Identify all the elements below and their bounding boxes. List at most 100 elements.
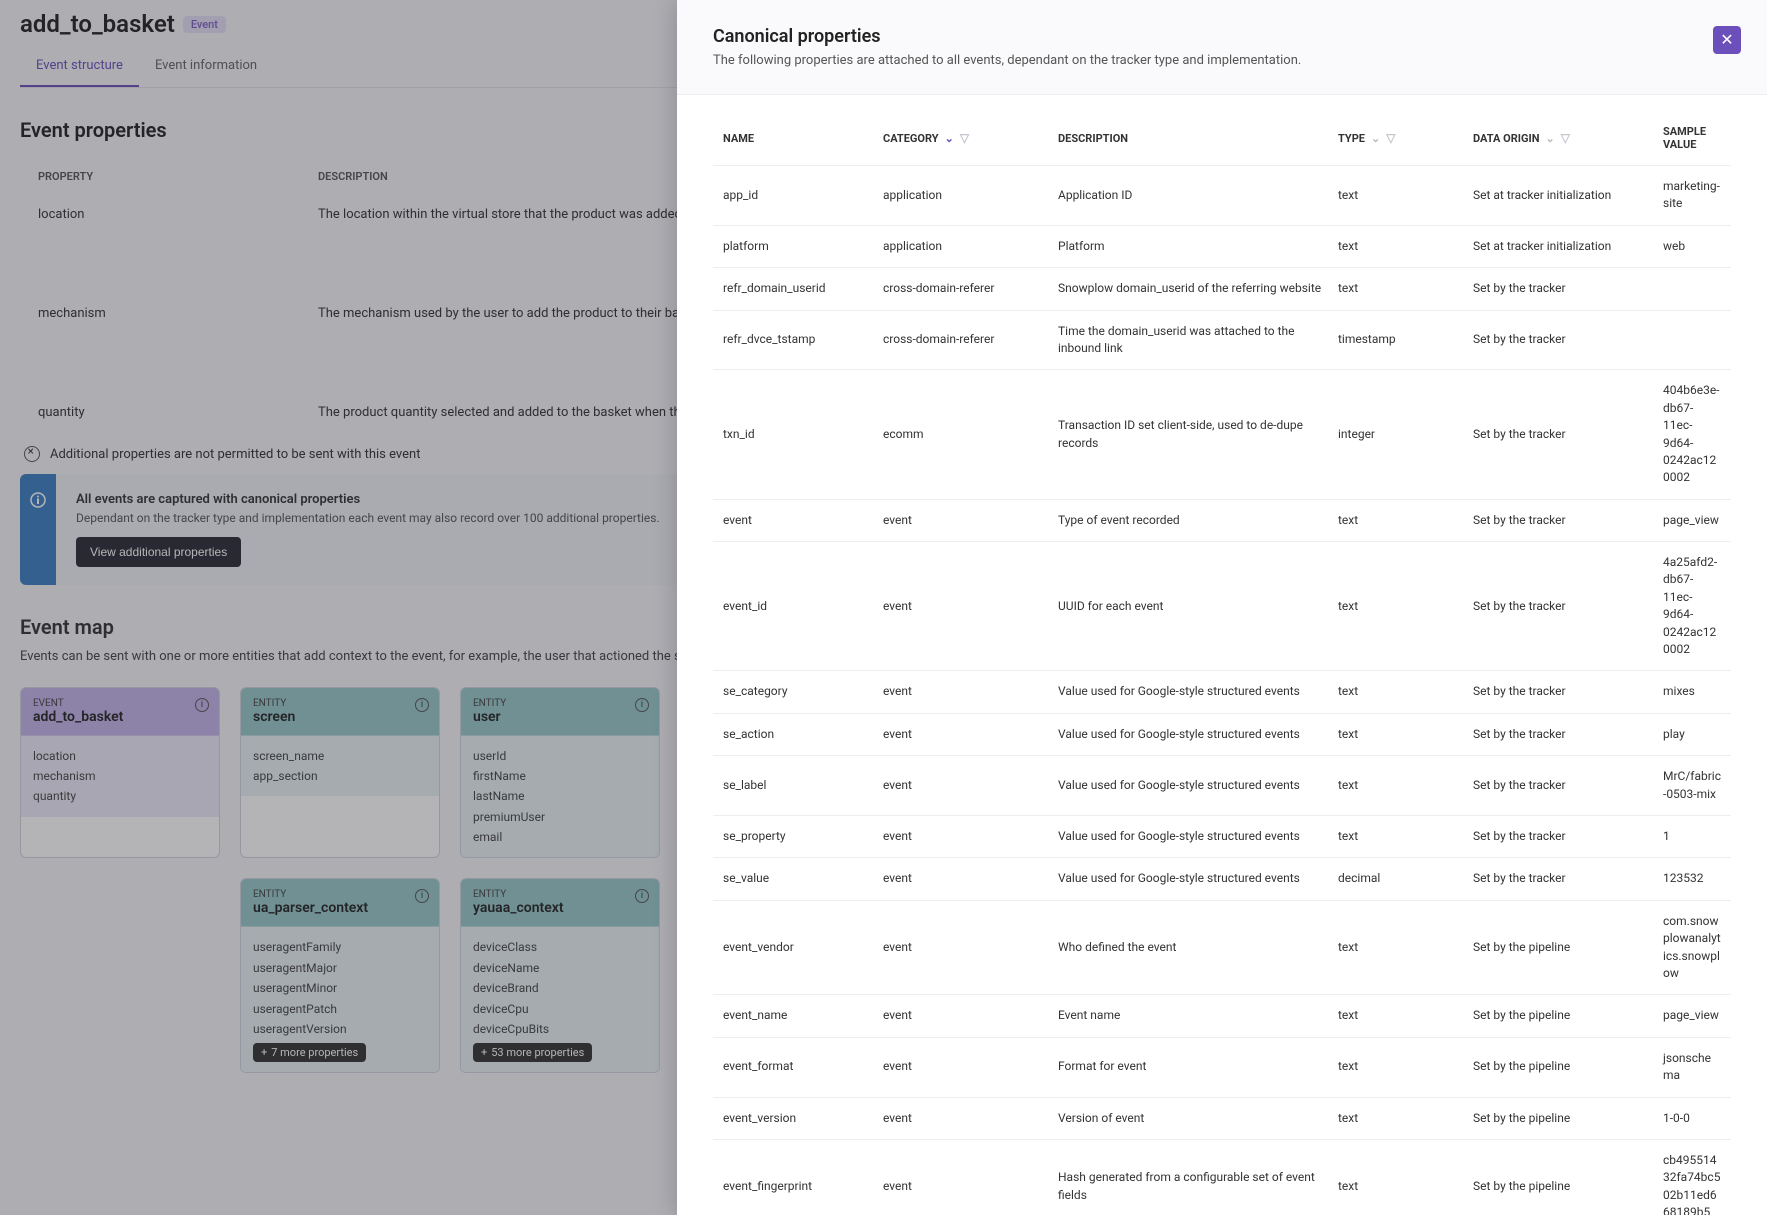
cell-category: cross-domain-referer	[883, 331, 1048, 348]
cell-sample: 1	[1663, 828, 1721, 845]
cell-description: Value used for Google-style structured e…	[1058, 870, 1328, 887]
cell-origin: Set by the pipeline	[1473, 1178, 1653, 1195]
cell-sample: MrC/fabric-0503-mix	[1663, 768, 1721, 803]
cell-origin: Set at tracker initialization	[1473, 238, 1653, 255]
table-row: event_fingerprint event Hash generated fro…	[713, 1140, 1731, 1215]
table-row: refr_domain_userid cross-domain-referer Sn…	[713, 268, 1731, 310]
cell-type: text	[1338, 939, 1463, 956]
cell-origin: Set by the pipeline	[1473, 939, 1653, 956]
th-type[interactable]: TYPE ⌄ ▽	[1338, 125, 1463, 151]
cell-sample: 404b6e3e-db67-11ec-9d64-0242ac120002	[1663, 382, 1721, 486]
cell-type: text	[1338, 512, 1463, 529]
cell-description: Platform	[1058, 238, 1328, 255]
cell-description: UUID for each event	[1058, 598, 1328, 615]
cell-origin: Set by the tracker	[1473, 828, 1653, 845]
cell-type: text	[1338, 1178, 1463, 1195]
table-row: txn_idecommTransaction ID set client-sid…	[713, 370, 1731, 499]
cell-description: Snowplow domain_userid of the referring …	[1058, 280, 1328, 297]
filter-icon[interactable]: ▽	[1561, 131, 1570, 145]
cell-category: event	[883, 1058, 1048, 1075]
close-button[interactable]: ✕	[1713, 26, 1741, 54]
cell-sample: page_view	[1663, 512, 1721, 529]
table-row: refr_dvce_tstampcross-domain-refererTime…	[713, 311, 1731, 371]
cell-sample: mixes	[1663, 683, 1721, 700]
chevron-down-icon: ⌄	[945, 132, 954, 145]
cell-type: timestamp	[1338, 331, 1463, 348]
cell-type: text	[1338, 828, 1463, 845]
cell-origin: Set by the tracker	[1473, 870, 1653, 887]
cell-origin: Set by the pipeline	[1473, 1110, 1653, 1127]
cell-description: Format for event	[1058, 1058, 1328, 1075]
cell-description: Application ID	[1058, 187, 1328, 204]
cell-origin: Set by the tracker	[1473, 683, 1653, 700]
th-name-label: NAME	[723, 132, 754, 145]
cell-origin: Set by the tracker	[1473, 598, 1653, 615]
cell-sample: web	[1663, 238, 1721, 255]
cell-type: text	[1338, 598, 1463, 615]
cell-name: event_id	[723, 598, 873, 615]
modal-subtitle: The following properties are attached to…	[713, 53, 1731, 68]
cell-origin: Set by the tracker	[1473, 512, 1653, 529]
cell-description: Value used for Google-style structured e…	[1058, 777, 1328, 794]
th-category[interactable]: CATEGORY ⌄ ▽	[883, 125, 1048, 151]
th-sample-value[interactable]: SAMPLE VALUE	[1663, 125, 1721, 151]
cell-type: text	[1338, 1058, 1463, 1075]
cell-sample: 123532	[1663, 870, 1721, 887]
th-origin-label: DATA ORIGIN	[1473, 132, 1539, 145]
cell-category: cross-domain-referer	[883, 280, 1048, 297]
cell-name: se_label	[723, 777, 873, 794]
table-row: event_id event UUID for each event text Set …	[713, 542, 1731, 671]
cell-description: Event name	[1058, 1007, 1328, 1024]
filter-icon[interactable]: ▽	[960, 131, 969, 145]
table-row: event_vendoreventWho defined the eventte…	[713, 901, 1731, 996]
th-name[interactable]: NAME	[723, 125, 873, 151]
cell-category: event	[883, 1110, 1048, 1127]
cell-sample: cb49551432fa74bc502b11ed668189b5	[1663, 1152, 1721, 1215]
th-sample-label: SAMPLE VALUE	[1663, 125, 1721, 151]
th-data-origin[interactable]: DATA ORIGIN ⌄ ▽	[1473, 125, 1653, 151]
cell-category: event	[883, 777, 1048, 794]
cell-category: event	[883, 1178, 1048, 1195]
cell-description: Hash generated from a configurable set o…	[1058, 1169, 1328, 1204]
cell-name: event_name	[723, 1007, 873, 1024]
cell-name: refr_domain_userid	[723, 280, 873, 297]
cell-sample: com.snowplowanalytics.snowplow	[1663, 913, 1721, 983]
cell-type: text	[1338, 280, 1463, 297]
cell-origin: Set at tracker initialization	[1473, 187, 1653, 204]
cell-sample: play	[1663, 726, 1721, 743]
cell-name: event	[723, 512, 873, 529]
close-icon: ✕	[1720, 30, 1733, 50]
cell-category: application	[883, 238, 1048, 255]
cell-sample: marketing-site	[1663, 178, 1721, 213]
cell-category: event	[883, 726, 1048, 743]
cell-type: integer	[1338, 426, 1463, 443]
th-description-label: DESCRIPTION	[1058, 132, 1128, 145]
table-row: se_actioneventValue used for Google-styl…	[713, 714, 1731, 756]
modal-overlay[interactable]: Canonical properties The following prope…	[0, 0, 1767, 1215]
cell-name: se_property	[723, 828, 873, 845]
cell-category: application	[883, 187, 1048, 204]
cell-type: decimal	[1338, 870, 1463, 887]
cell-category: event	[883, 870, 1048, 887]
cell-origin: Set by the tracker	[1473, 726, 1653, 743]
cell-origin: Set by the pipeline	[1473, 1058, 1653, 1075]
cell-description: Value used for Google-style structured e…	[1058, 726, 1328, 743]
cell-name: refr_dvce_tstamp	[723, 331, 873, 348]
cell-description: Value used for Google-style structured e…	[1058, 683, 1328, 700]
cell-origin: Set by the pipeline	[1473, 1007, 1653, 1024]
cell-category: event	[883, 512, 1048, 529]
filter-icon[interactable]: ▽	[1386, 131, 1395, 145]
cell-name: event_fingerprint	[723, 1178, 873, 1195]
table-row: event_formateventFormat for eventtextSet…	[713, 1038, 1731, 1098]
table-row: se_categoryeventValue used for Google-st…	[713, 671, 1731, 713]
cell-description: Value used for Google-style structured e…	[1058, 828, 1328, 845]
table-row: event_versioneventVersion of eventtextSe…	[713, 1098, 1731, 1140]
chevron-down-icon: ⌄	[1371, 132, 1380, 145]
th-description[interactable]: DESCRIPTION	[1058, 125, 1328, 151]
cell-name: event_version	[723, 1110, 873, 1127]
table-row: event_nameeventEvent nametextSet by the …	[713, 995, 1731, 1037]
cell-origin: Set by the tracker	[1473, 426, 1653, 443]
th-category-label: CATEGORY	[883, 132, 939, 145]
cell-category: event	[883, 598, 1048, 615]
cell-category: event	[883, 683, 1048, 700]
